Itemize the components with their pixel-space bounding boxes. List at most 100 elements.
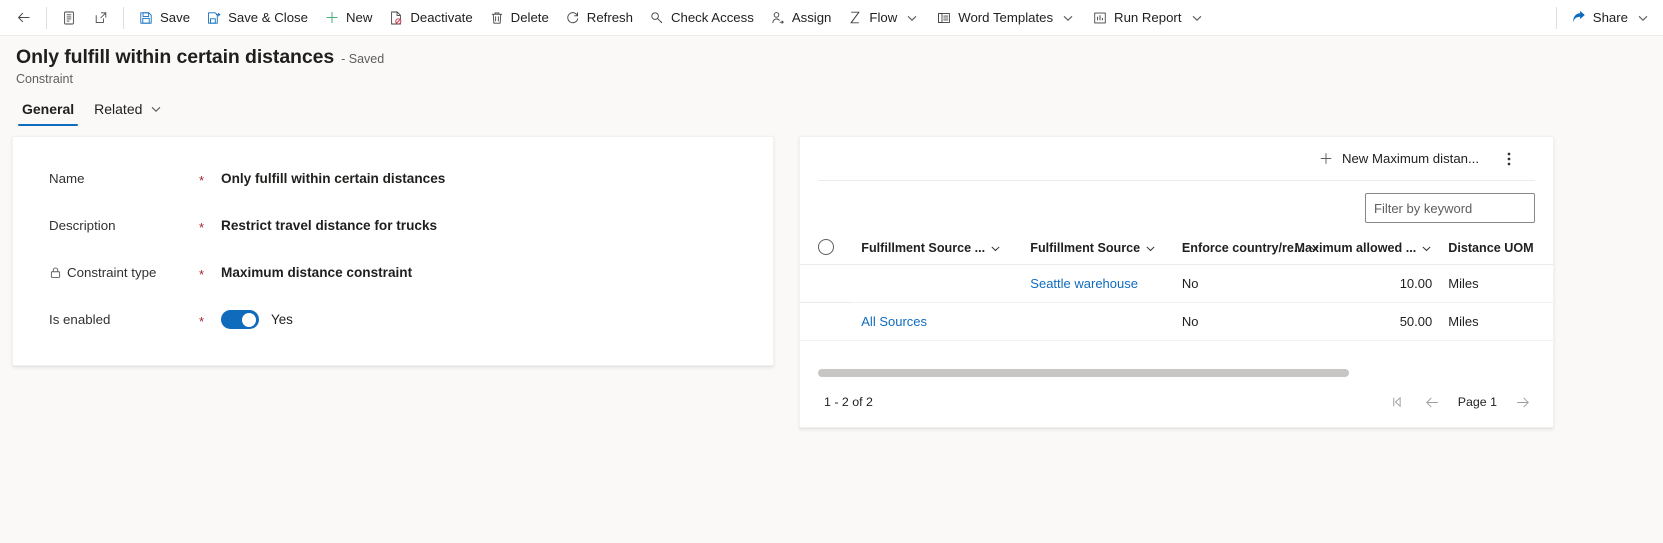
- column-label: Maximum allowed ...: [1294, 241, 1417, 255]
- saved-state-label: - Saved: [341, 52, 385, 66]
- new-maximum-distance-label: New Maximum distan...: [1341, 151, 1479, 166]
- flow-label: Flow: [869, 10, 898, 25]
- tab-list: General Related: [0, 86, 1663, 126]
- assign-button[interactable]: Assign: [762, 3, 840, 33]
- key-icon: [649, 10, 665, 26]
- new-maximum-distance-button[interactable]: New Maximum distan...: [1310, 144, 1487, 174]
- trash-icon: [489, 10, 505, 26]
- field-name-value[interactable]: Only fulfill within certain distances: [221, 171, 445, 186]
- share-label: Share: [1592, 10, 1628, 25]
- page-title: Only fulfill within certain distances: [16, 46, 335, 68]
- cell-distance-uom: Miles: [1440, 302, 1553, 341]
- save-button[interactable]: Save: [130, 3, 198, 33]
- command-bar-left-group: [8, 0, 130, 35]
- horizontal-scrollbar[interactable]: [818, 369, 1535, 377]
- cell-enforce-country: No: [1173, 302, 1308, 341]
- word-template-icon: [936, 10, 952, 26]
- select-all-header[interactable]: [800, 233, 854, 265]
- subgrid-card: New Maximum distan... Filter by keyword …: [799, 136, 1554, 428]
- save-icon: [138, 10, 154, 26]
- popout-button[interactable]: [85, 3, 117, 33]
- flow-button[interactable]: Flow: [839, 3, 928, 33]
- horizontal-scrollbar-thumb[interactable]: [818, 369, 1349, 377]
- report-icon: [1092, 10, 1108, 26]
- check-access-button[interactable]: Check Access: [641, 3, 762, 33]
- chevron-down-icon[interactable]: [1421, 243, 1432, 254]
- cell-fulfillment-source-group[interactable]: All Sources: [853, 302, 1023, 341]
- command-bar-right-group: Share: [1550, 0, 1659, 35]
- delete-button[interactable]: Delete: [481, 3, 557, 33]
- title-row: Only fulfill within certain distances - …: [16, 46, 1663, 69]
- chevron-down-icon[interactable]: [1189, 10, 1205, 26]
- column-header-fulfillment-source-group[interactable]: Fulfillment Source ...: [853, 233, 1023, 265]
- field-is-enabled-label-text: Is enabled: [49, 312, 111, 327]
- chevron-down-icon[interactable]: [904, 10, 920, 26]
- field-description-value[interactable]: Restrict travel distance for trucks: [221, 218, 437, 233]
- chevron-down-icon[interactable]: [1060, 10, 1076, 26]
- deactivate-icon: [388, 10, 404, 26]
- tab-general[interactable]: General: [14, 101, 82, 126]
- new-button-label: New: [345, 10, 373, 25]
- refresh-button[interactable]: Refresh: [557, 3, 641, 33]
- subgrid-overflow-button[interactable]: [1495, 145, 1523, 173]
- save-and-close-icon: [206, 10, 222, 26]
- row-select-cell[interactable]: [800, 264, 854, 303]
- cell-fulfillment-source-group[interactable]: [853, 264, 1023, 303]
- column-header-maximum-allowed[interactable]: Maximum allowed ...: [1294, 233, 1441, 265]
- is-enabled-toggle[interactable]: [221, 310, 259, 329]
- column-header-distance-uom[interactable]: Distance UOM: [1440, 233, 1553, 265]
- new-button[interactable]: New: [316, 3, 380, 33]
- run-report-button[interactable]: Run Report: [1084, 3, 1212, 33]
- deactivate-label: Deactivate: [410, 10, 473, 25]
- back-arrow-icon: [16, 10, 32, 26]
- chevron-down-icon[interactable]: [1145, 243, 1156, 254]
- required-indicator: *: [199, 219, 205, 235]
- field-name[interactable]: Name * Only fulfill within certain dista…: [13, 155, 773, 202]
- cell-fulfillment-source[interactable]: [1022, 302, 1174, 341]
- field-description[interactable]: Description * Restrict travel distance f…: [13, 202, 773, 249]
- field-constraint-type-label: Constraint type: [49, 265, 199, 280]
- field-constraint-type-label-text: Constraint type: [67, 265, 157, 280]
- chevron-down-icon[interactable]: [1635, 10, 1651, 26]
- previous-page-button[interactable]: [1422, 391, 1444, 413]
- column-label: Enforce country/re...: [1181, 241, 1305, 255]
- share-button[interactable]: Share: [1563, 3, 1659, 33]
- next-page-button[interactable]: [1511, 391, 1533, 413]
- share-icon: [1571, 10, 1587, 26]
- field-constraint-type: Constraint type * Maximum distance const…: [13, 249, 773, 296]
- assign-person-icon: [770, 10, 786, 26]
- is-enabled-toggle-wrap: Yes: [221, 310, 293, 329]
- required-indicator: *: [199, 266, 205, 282]
- table-row[interactable]: All Sources No 50.00 Miles: [800, 302, 1553, 341]
- field-is-enabled-label: Is enabled: [49, 312, 199, 327]
- cell-maximum-allowed: 50.00: [1307, 302, 1441, 341]
- is-enabled-toggle-label: Yes: [271, 312, 293, 327]
- back-button[interactable]: [8, 3, 40, 33]
- column-header-enforce-country[interactable]: Enforce country/re...: [1173, 233, 1319, 265]
- field-name-label-text: Name: [49, 171, 85, 186]
- first-page-button[interactable]: [1386, 391, 1408, 413]
- check-access-label: Check Access: [670, 10, 754, 25]
- field-description-label-text: Description: [49, 218, 116, 233]
- select-all-radio[interactable]: [818, 239, 834, 255]
- refresh-icon: [565, 10, 581, 26]
- form-selector-button[interactable]: [53, 3, 85, 33]
- row-select-cell[interactable]: [800, 302, 854, 341]
- chevron-down-icon[interactable]: [990, 243, 1001, 254]
- page-number-label: Page 1: [1457, 395, 1497, 409]
- chevron-down-icon[interactable]: [148, 101, 164, 117]
- word-templates-button[interactable]: Word Templates: [928, 3, 1084, 33]
- column-header-fulfillment-source[interactable]: Fulfillment Source: [1022, 233, 1174, 265]
- field-is-enabled[interactable]: Is enabled * Yes: [13, 296, 773, 343]
- divider: [46, 6, 47, 29]
- command-bar-actions: Save Save & Close New Deactivate Delete …: [130, 0, 1213, 35]
- cell-fulfillment-source[interactable]: Seattle warehouse: [1022, 264, 1174, 303]
- table-row[interactable]: Seattle warehouse No 10.00 Miles: [800, 264, 1553, 303]
- save-and-close-button[interactable]: Save & Close: [198, 3, 316, 33]
- pagination-controls: Page 1: [1386, 391, 1533, 413]
- deactivate-button[interactable]: Deactivate: [380, 3, 480, 33]
- word-templates-label: Word Templates: [958, 10, 1054, 25]
- tab-related[interactable]: Related: [86, 101, 172, 126]
- filter-by-keyword-input[interactable]: [1365, 193, 1535, 223]
- subgrid-body: Seattle warehouse No 10.00 Miles All Sou…: [800, 264, 1553, 341]
